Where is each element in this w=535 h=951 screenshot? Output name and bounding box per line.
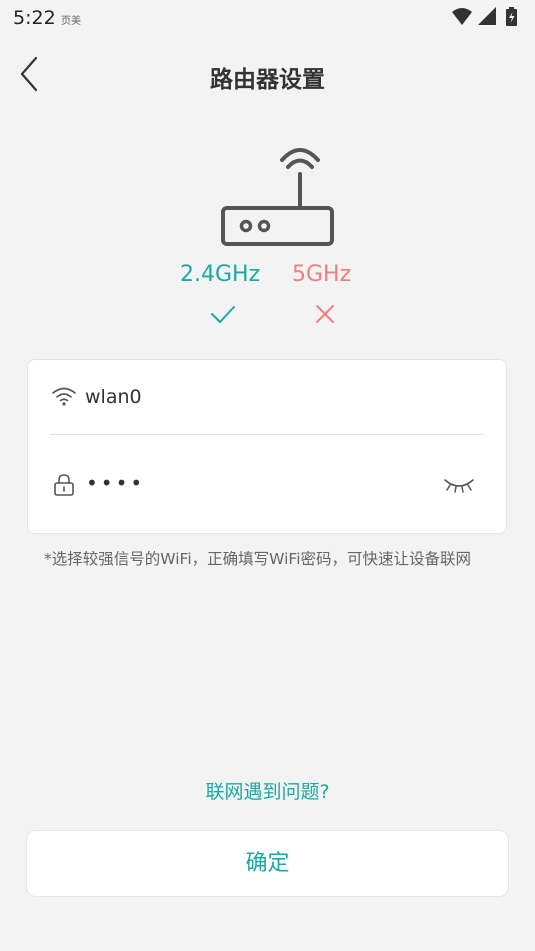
confirm-button[interactable]: 确定 xyxy=(26,830,509,897)
wifi-form-card: wlan0 •••• xyxy=(27,359,507,534)
wifi-icon xyxy=(452,8,472,25)
cross-icon xyxy=(316,305,334,323)
network-help-link[interactable]: 联网遇到问题? xyxy=(0,777,535,804)
router-icon xyxy=(221,148,334,246)
lock-icon xyxy=(54,474,74,496)
status-time: 5:22 xyxy=(13,7,56,29)
band-2-4ghz-label: 2.4GHz xyxy=(180,262,261,287)
status-bar: 5:22 页美 xyxy=(0,0,535,36)
check-icon xyxy=(211,306,235,323)
signal-icon xyxy=(478,7,496,25)
battery-charging-icon xyxy=(506,7,517,26)
wifi-icon xyxy=(52,387,76,406)
page-title: 路由器设置 xyxy=(210,67,325,93)
hint-text: *选择较强信号的WiFi，正确填写WiFi密码，可快速让设备联网 xyxy=(44,550,472,568)
status-app-label: 页美 xyxy=(61,16,81,27)
password-field[interactable]: •••• xyxy=(86,471,145,495)
band-5ghz-label: 5GHz xyxy=(292,262,352,287)
eye-closed-icon[interactable] xyxy=(442,474,476,496)
header: 路由器设置 xyxy=(0,40,535,106)
status-icons xyxy=(452,7,517,26)
ssid-field[interactable]: wlan0 xyxy=(85,386,142,408)
divider xyxy=(50,434,484,435)
